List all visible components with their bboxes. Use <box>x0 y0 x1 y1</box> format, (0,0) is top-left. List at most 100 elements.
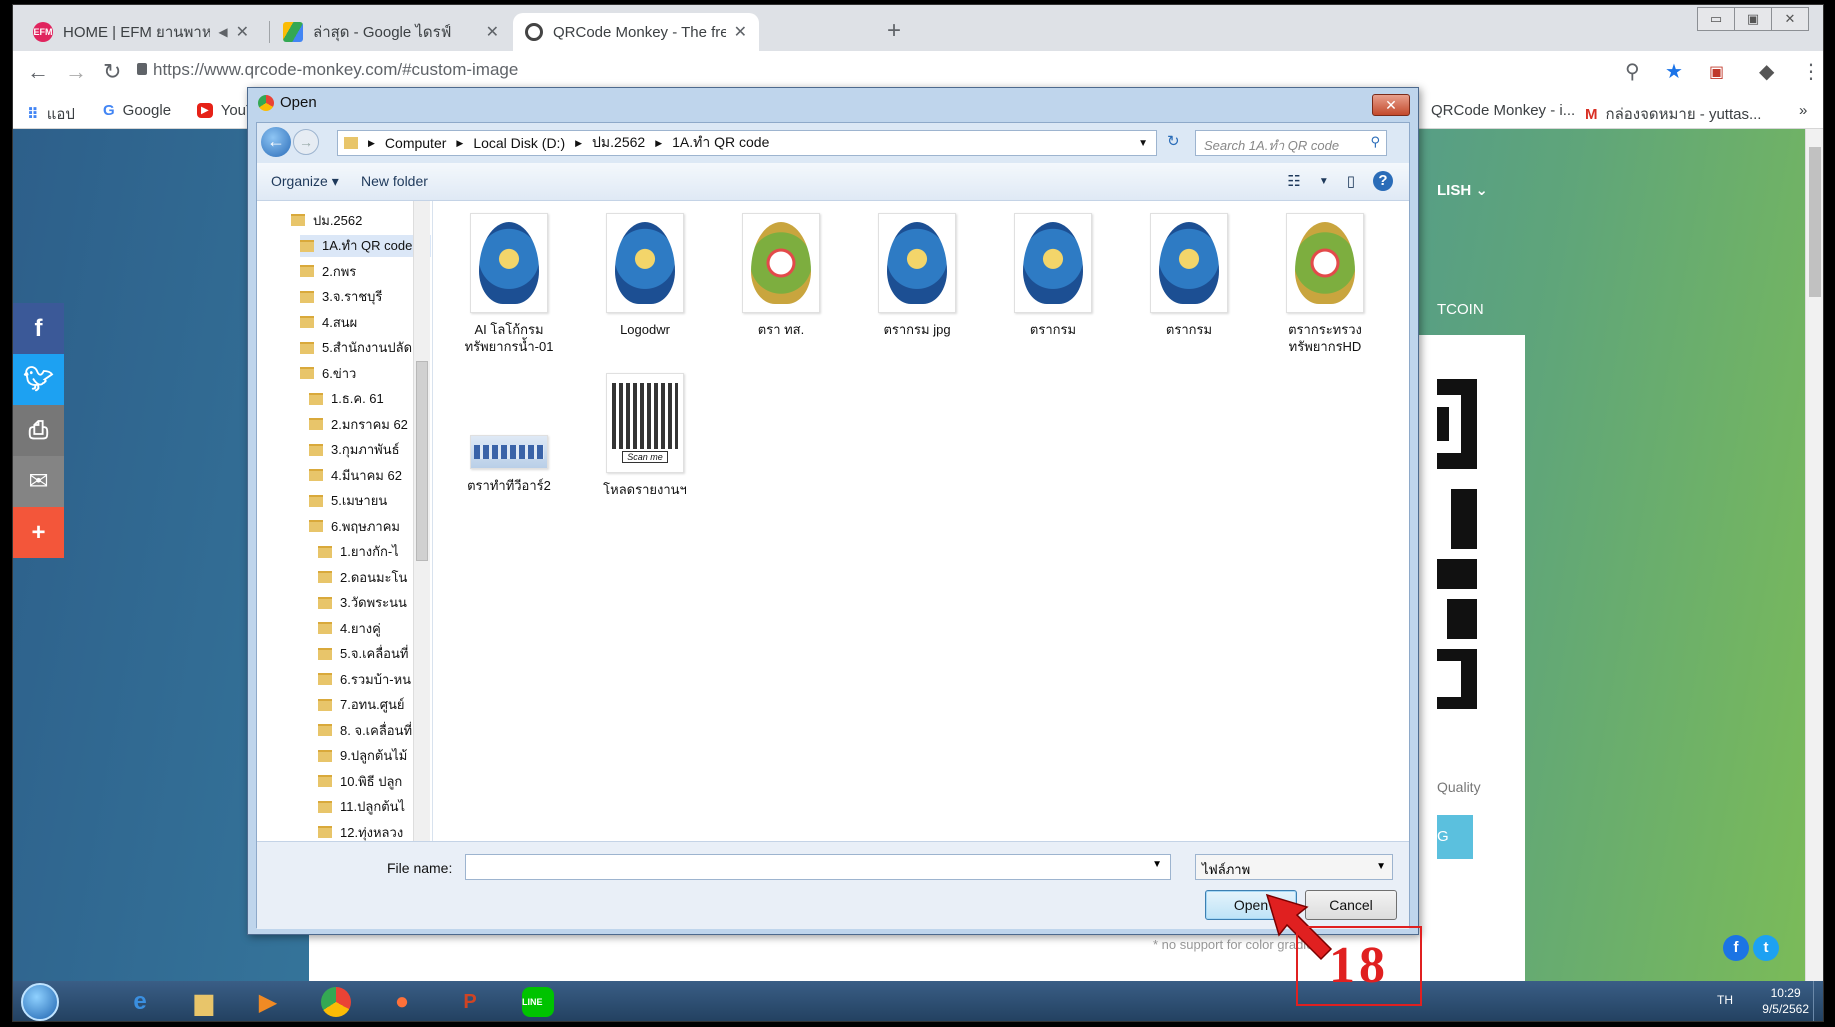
internet-explorer-icon[interactable]: e <box>115 983 165 1021</box>
folder-icon <box>318 545 332 558</box>
mail-share-icon[interactable]: ✉ <box>13 456 64 507</box>
close-tab-icon[interactable]: ✕ <box>486 22 499 42</box>
file-name: โหลดรายงานฯ <box>603 482 687 497</box>
tree-item[interactable]: 5.สำนักงานปลัด <box>300 337 431 359</box>
file-item[interactable]: AI โลโก้กรม ทรัพยากรน้ำ-01 <box>451 213 567 355</box>
file-item[interactable]: Logodwr <box>587 213 703 338</box>
file-item[interactable]: ตรากรม <box>995 213 1111 338</box>
bookmark-star-icon[interactable]: ★ <box>1665 59 1683 84</box>
file-name-field[interactable]: ▼ <box>465 854 1171 880</box>
mute-icon[interactable]: ◀ <box>218 25 227 39</box>
new-folder-button[interactable]: New folder <box>361 173 428 189</box>
folder-icon <box>309 520 323 532</box>
tree-item-label: 5.จ.เคลื่อนที่ <box>340 646 409 661</box>
chevron-right-icon[interactable]: ▶ <box>655 138 662 149</box>
breadcrumb[interactable]: ▶ Computer ▶ Local Disk (D:) ▶ ปม.2562 ▶… <box>337 130 1157 156</box>
forward-arrow-icon[interactable]: → <box>293 129 319 155</box>
powerpoint-icon[interactable]: P <box>445 983 495 1021</box>
breadcrumb-item[interactable]: 1A.ทำ QR code <box>672 132 769 154</box>
refresh-icon[interactable]: ↻ <box>1167 132 1180 150</box>
tree-item[interactable]: 6.ข่าว <box>300 362 431 384</box>
tree-item[interactable]: 4.สนผ <box>300 311 431 333</box>
file-item[interactable]: ตรากรม <box>1131 213 1247 338</box>
tree-item[interactable]: 1A.ทำ QR code <box>300 234 431 257</box>
chevron-right-icon[interactable]: ▶ <box>575 138 582 149</box>
file-explorer-icon[interactable]: ▆ <box>179 983 229 1021</box>
tree-item-label: 1.ธ.ค. 61 <box>331 391 384 406</box>
file-item[interactable]: Scan me โหลดรายงานฯ <box>587 373 703 498</box>
breadcrumb-item[interactable]: Computer <box>385 135 446 151</box>
minimize-button[interactable]: ▭ <box>1697 7 1735 31</box>
new-tab-button[interactable]: + <box>887 17 901 45</box>
dialog-close-button[interactable]: ✕ <box>1372 94 1410 116</box>
chrome-icon[interactable] <box>311 983 361 1021</box>
page-scrollbar[interactable] <box>1805 129 1823 981</box>
back-arrow-icon[interactable]: ← <box>261 127 291 157</box>
preview-pane-icon[interactable]: ▯ <box>1347 172 1355 190</box>
scrollbar-thumb[interactable] <box>1809 147 1821 297</box>
file-item[interactable]: ตรา ทส. <box>723 213 839 338</box>
system-tray[interactable]: TH <box>1717 993 1733 1007</box>
show-desktop-button[interactable] <box>1813 981 1823 1021</box>
firefox-icon[interactable]: ● <box>377 983 427 1021</box>
back-icon[interactable]: ← <box>27 59 49 85</box>
chevron-right-icon[interactable]: ▶ <box>456 138 463 149</box>
chevron-down-icon[interactable]: ▼ <box>1319 176 1329 187</box>
chevron-right-icon[interactable]: ▶ <box>368 138 375 149</box>
tree-item[interactable]: 3.จ.ราชบุรี <box>300 286 431 308</box>
language-selector[interactable]: LISH ⌄ <box>1437 181 1488 199</box>
bookmark-google[interactable]: G Google <box>103 102 171 119</box>
menu-icon[interactable]: ⋮ <box>1801 59 1821 84</box>
facebook-icon[interactable]: f <box>1723 935 1749 961</box>
search-input[interactable]: Search 1A.ทำ QR code ⚲ <box>1195 130 1387 156</box>
breadcrumb-item[interactable]: ปม.2562 <box>592 132 645 154</box>
close-tab-icon[interactable]: ✕ <box>236 22 249 42</box>
close-tab-icon[interactable]: ✕ <box>734 22 747 42</box>
chrome-icon <box>258 94 274 111</box>
bookmark-apps[interactable]: ⠿ แอป <box>27 102 75 126</box>
media-player-icon[interactable]: ▶ <box>243 983 293 1021</box>
start-button[interactable] <box>21 983 59 1021</box>
tree-item[interactable]: 2.กพร <box>300 260 431 282</box>
chevron-down-icon[interactable]: ▼ <box>1138 138 1148 149</box>
file-item[interactable]: ตรากระทรวง ทรัพยากรHD <box>1267 213 1383 355</box>
bookmarks-overflow-button[interactable]: » <box>1799 102 1807 119</box>
chevron-down-icon[interactable]: ▼ <box>1152 859 1162 870</box>
zoom-icon[interactable]: ⚲ <box>1625 59 1640 84</box>
twitter-icon[interactable]: t <box>1753 935 1779 961</box>
bookmark-qrcode-monkey[interactable]: QRCode Monkey - i... <box>1431 102 1581 119</box>
line-app-icon[interactable]: LINE <box>513 983 563 1021</box>
taskbar-clock[interactable]: 10:29 9/5/2562 <box>1762 985 1809 1017</box>
view-mode-icon[interactable]: ☷ <box>1287 172 1300 190</box>
file-type-select[interactable]: ไฟล์ภาพ ▼ <box>1195 854 1393 880</box>
scrollbar-thumb[interactable] <box>416 361 428 561</box>
create-qr-button[interactable]: G <box>1437 815 1473 859</box>
bookmark-gmail[interactable]: M กล่องจดหมาย - yuttas... <box>1585 102 1761 126</box>
organize-button[interactable]: Organize ▾ <box>271 173 339 190</box>
folder-icon <box>318 749 332 762</box>
close-window-button[interactable]: ✕ <box>1771 7 1809 31</box>
file-item[interactable]: ตราทำทีวีอาร์2 <box>451 373 567 494</box>
print-share-icon[interactable]: ⎙ <box>13 405 64 456</box>
windows-taskbar: e ▆ ▶ ● P LINE TH 10:29 9/5/2562 <box>13 981 1823 1021</box>
tab-efm[interactable]: EFM HOME | EFM ยานพาหนะ เพลงดัง ◀ ✕ <box>21 13 261 51</box>
tab-title: QRCode Monkey - The free QR C <box>553 23 726 41</box>
folder-tree-scrollbar[interactable] <box>413 201 430 841</box>
forward-icon[interactable]: → <box>65 59 87 85</box>
input-language[interactable]: TH <box>1717 993 1733 1007</box>
nav-link-coin[interactable]: TCOIN <box>1437 301 1484 318</box>
pdf-extension-icon[interactable]: ▣ <box>1709 62 1724 82</box>
breadcrumb-item[interactable]: Local Disk (D:) <box>473 135 565 151</box>
twitter-share-icon[interactable]: 🐦︎ <box>13 354 64 405</box>
maximize-button[interactable]: ▣ <box>1734 7 1772 31</box>
file-item[interactable]: ตรากรม jpg <box>859 213 975 338</box>
extension-icon[interactable]: ◆ <box>1759 59 1774 84</box>
more-share-icon[interactable]: + <box>13 507 64 558</box>
tab-qrcode-monkey[interactable]: QRCode Monkey - The free QR C ✕ <box>513 13 759 51</box>
facebook-share-icon[interactable]: f <box>13 303 64 354</box>
reload-icon[interactable]: ↻ <box>103 59 121 85</box>
tree-item[interactable]: ปม.2562 <box>291 209 431 231</box>
help-icon[interactable]: ? <box>1373 171 1393 191</box>
address-bar[interactable]: https://www.qrcode-monkey.com/#custom-im… <box>153 60 518 80</box>
tab-google-drive[interactable]: ล่าสุด - Google ไดรฟ์ ✕ <box>271 13 511 51</box>
